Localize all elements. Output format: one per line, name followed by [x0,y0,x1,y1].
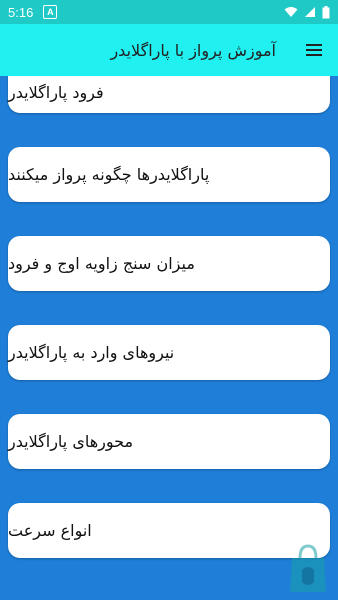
list-item-label: پاراگلایدرها چگونه پرواز میکنند [8,165,210,184]
list-item-label: محورهای پاراگلایدر [8,432,134,451]
app-bar: آموزش پرواز با پاراگلایدر [0,24,338,76]
status-bar: 5:16 A [0,0,338,24]
list-item[interactable]: میزان سنج زاویه اوج و فرود [8,236,330,291]
list-item[interactable]: محورهای پاراگلایدر [8,414,330,469]
bazaar-watermark-icon [290,544,326,592]
list-item-label: فرود پاراگلایدر [8,83,104,102]
menu-icon[interactable] [306,44,322,56]
notification-icon: A [43,5,58,19]
list-item[interactable]: انواع سرعت [8,503,330,558]
wifi-icon [284,7,298,17]
list-item[interactable]: پاراگلایدرها چگونه پرواز میکنند [8,147,330,202]
list-item-label: میزان سنج زاویه اوج و فرود [8,254,195,273]
list-item[interactable]: فرود پاراگلایدر [8,76,330,113]
battery-icon [322,5,330,18]
topic-list[interactable]: فرود پاراگلایدر پاراگلایدرها چگونه پرواز… [0,76,338,600]
app-title: آموزش پرواز با پاراگلایدر [110,40,276,60]
list-item-label: نیروهای وارد به پاراگلایدر [8,343,175,362]
signal-icon [305,7,315,17]
status-time: 5:16 [8,4,34,20]
list-item[interactable]: نیروهای وارد به پاراگلایدر [8,325,330,380]
list-item-label: انواع سرعت [8,521,92,540]
